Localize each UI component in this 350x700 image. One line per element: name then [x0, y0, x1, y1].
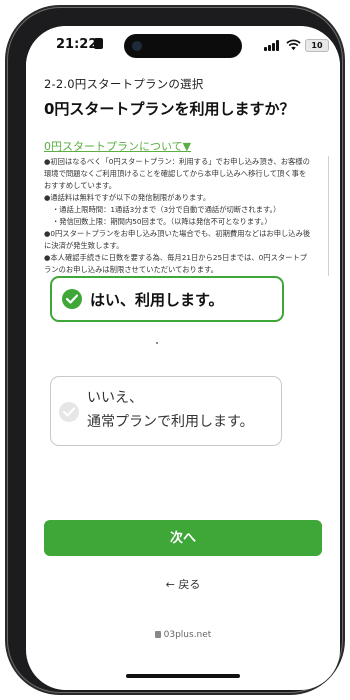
option-normal-plan-label: いいえ、 通常プランで利用します。	[87, 386, 254, 434]
note-line: 環境で問題なくご利用頂けることを確認してから本申し込みへ移行して頂く事を	[44, 169, 307, 178]
home-indicator[interactable]	[126, 674, 240, 678]
check-icon	[59, 402, 79, 422]
note-line: に決済が発生致します。	[44, 241, 124, 250]
address-bar[interactable]: 03plus.net	[26, 630, 340, 652]
plan-notes: ●初回はなるべく「0円スタートプラン：利用する」でお申し込み頂き、お客様の 環境…	[44, 156, 329, 276]
option-normal-plan-line2: 通常プランで利用します。	[87, 414, 254, 430]
next-button[interactable]: 次へ	[44, 520, 322, 556]
note-line: ・通話上限時間：1通話3分まで（3分で自動で通話が切断されます。）	[52, 205, 281, 214]
note-line: ●初回はなるべく「0円スタートプラン：利用する」でお申し込み頂き、お客様の	[44, 157, 310, 166]
url-text: 03plus.net	[163, 630, 212, 640]
back-link[interactable]: ← 戻る	[26, 576, 340, 592]
note-line: おすすめしています。	[44, 181, 117, 190]
option-normal-plan-line1: いいえ、	[87, 390, 143, 406]
phone-frame: 21:22 10 2-2.0円スタートプランの選択 0円スタートプランを利用しま…	[8, 8, 342, 692]
wifi-icon	[286, 39, 301, 51]
phone-screen: 21:22 10 2-2.0円スタートプランの選択 0円スタートプランを利用しま…	[26, 26, 340, 690]
option-normal-plan[interactable]: いいえ、 通常プランで利用します。	[50, 376, 282, 446]
note-line: ●0円スタートプランをお申し込み頂いた場合でも、初期費用などはお申し込み後	[44, 229, 311, 238]
lock-icon	[154, 631, 161, 638]
divider-dot	[156, 342, 158, 344]
about-plan-toggle-link[interactable]: 0円スタートプランについて▼	[44, 138, 191, 154]
camera-icon	[132, 41, 142, 51]
battery-icon: 10	[305, 39, 329, 52]
note-line: ●通話料は無料ですが以下の発信制限があります。	[44, 193, 211, 202]
status-bar: 21:22 10	[26, 26, 340, 70]
step-title: 2-2.0円スタートプランの選択	[44, 77, 204, 91]
note-line: ●本人確認手続きに日数を要する為、毎月21日から25日までは、0円スタートプ	[44, 253, 308, 262]
note-line: ランのお申し込みは制限させていただいております。	[44, 265, 218, 274]
note-line: ・発信回数上限：期間内50回まで。（以降は発信不可となります。）	[52, 217, 272, 226]
dynamic-island	[124, 34, 242, 58]
lock-icon	[94, 38, 103, 49]
option-use-plan-label: はい、利用します。	[90, 291, 224, 309]
status-time: 21:22	[56, 37, 98, 52]
signal-icon	[264, 40, 282, 51]
check-icon	[62, 289, 82, 309]
question-title: 0円スタートプランを利用しますか？	[44, 100, 295, 118]
option-use-plan[interactable]: はい、利用します。	[50, 276, 284, 322]
